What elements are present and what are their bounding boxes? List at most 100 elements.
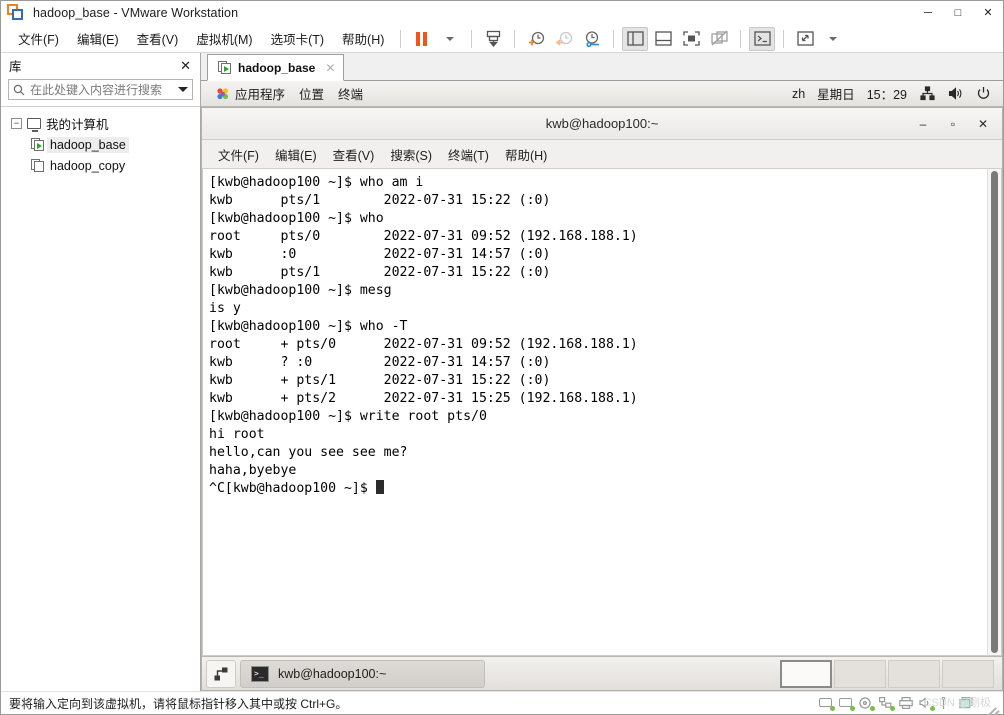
panel-weekday[interactable]: 星期日 (817, 84, 855, 103)
toolbar-separator (471, 29, 473, 48)
hard-disk-icon[interactable] (819, 697, 835, 711)
menu-tabs[interactable]: 选项卡(T) (262, 25, 333, 52)
search-dropdown-icon[interactable] (178, 87, 188, 92)
menu-help[interactable]: 帮助(H) (333, 25, 393, 52)
terminal-menu-view[interactable]: 查看(V) (325, 141, 383, 168)
tree-item-label: 我的计算机 (46, 118, 109, 132)
resize-grip-icon[interactable] (983, 696, 1000, 715)
dropdown-caret-icon[interactable] (437, 27, 463, 51)
application-titlebar: hadoop_base - VMware Workstation ─ □ ✕ (1, 1, 1003, 25)
workspace-3[interactable] (888, 659, 940, 688)
workspace: 库 ✕ 在此处键入内容进行搜索 − 我的计算机 hadoop_base hado… (1, 53, 1003, 691)
hard-disk-icon[interactable] (839, 697, 855, 711)
terminal-menu-search[interactable]: 搜索(S) (382, 141, 440, 168)
terminal-icon: >_ (251, 665, 269, 682)
gnome-terminal-menu[interactable]: 终端 (331, 82, 370, 105)
scrollbar-thumb[interactable] (991, 171, 998, 653)
menu-vm[interactable]: 虚拟机(M) (187, 25, 261, 52)
gnome-desktop: kwb@hadoop100:~ – ▫ ✕ 文件(F) 编辑(E) 查看(V) … (201, 107, 1003, 691)
terminal-menu-help[interactable]: 帮助(H) (497, 141, 555, 168)
terminal-line: root + pts/0 2022-07-31 09:52 (192.168.1… (209, 337, 638, 352)
search-icon (13, 84, 25, 95)
pause-icon[interactable] (409, 27, 435, 51)
search-input[interactable]: 在此处键入内容进行搜索 (8, 79, 193, 100)
gnome-taskbar: >_ kwb@hadoop100:~ (202, 656, 1002, 690)
minimize-button[interactable]: ─ (913, 1, 943, 24)
usb-icon[interactable] (939, 696, 954, 710)
terminal-minimize-button[interactable]: – (910, 111, 936, 137)
menu-file[interactable]: 文件(F) (9, 25, 68, 52)
terminal-line: [kwb@hadoop100 ~]$ mesg (209, 283, 392, 298)
workspace-switcher (780, 659, 998, 688)
show-thumbnail-bar-icon[interactable] (650, 27, 676, 51)
tree-expander-icon[interactable]: − (11, 118, 22, 129)
stretch-caret-icon[interactable] (820, 27, 846, 51)
library-panel: 库 ✕ 在此处键入内容进行搜索 − 我的计算机 hadoop_base hado… (1, 53, 201, 691)
workspace-4[interactable] (942, 659, 994, 688)
terminal-menu-edit[interactable]: 编辑(E) (267, 141, 325, 168)
send-ctrl-alt-del-icon[interactable] (480, 27, 506, 51)
terminal-line: kwb pts/1 2022-07-31 15:22 (:0) (209, 265, 551, 280)
vmware-logo-icon (7, 4, 25, 22)
show-library-icon[interactable] (622, 26, 649, 51)
gnome-applications-menu[interactable]: 应用程序 (209, 82, 292, 105)
volume-icon[interactable] (947, 86, 963, 102)
close-button[interactable]: ✕ (973, 1, 1003, 24)
vm-stopped-icon (31, 159, 45, 172)
vmware-workstation-window: hadoop_base - VMware Workstation ─ □ ✕ 文… (0, 0, 1004, 715)
gnome-places-menu[interactable]: 位置 (292, 82, 331, 105)
snapshot-manager-icon[interactable] (579, 27, 605, 51)
toolbar-separator (514, 29, 516, 48)
vm-tab-hadoop-base[interactable]: hadoop_base ✕ (207, 54, 345, 81)
terminal-menu-terminal[interactable]: 终端(T) (440, 141, 497, 168)
tree-item-my-computer[interactable]: − 我的计算机 (1, 113, 200, 134)
taskbar-window-button[interactable]: >_ kwb@hadoop100:~ (240, 659, 485, 688)
terminal-line: is y (209, 301, 241, 316)
workspace-2[interactable] (834, 659, 886, 688)
library-title: 库 (9, 59, 22, 74)
menu-view[interactable]: 查看(V) (128, 25, 188, 52)
show-desktop-icon[interactable] (206, 659, 236, 688)
network-adapter-icon[interactable] (879, 696, 895, 711)
terminal-window: kwb@hadoop100:~ – ▫ ✕ 文件(F) 编辑(E) 查看(V) … (201, 107, 1003, 691)
workspace-1[interactable] (780, 659, 832, 688)
library-search-wrap: 在此处键入内容进行搜索 (1, 77, 200, 106)
terminal-menu-file[interactable]: 文件(F) (210, 141, 267, 168)
menu-edit[interactable]: 编辑(E) (68, 25, 128, 52)
power-icon[interactable] (975, 86, 991, 102)
terminal-screen[interactable]: [kwb@hadoop100 ~]$ who am i kwb pts/1 202… (202, 169, 1002, 656)
maximize-button[interactable]: □ (943, 1, 973, 24)
cd-dvd-icon[interactable] (859, 696, 875, 711)
tree-item-hadoop-base[interactable]: hadoop_base (1, 134, 200, 155)
window-controls: ─ □ ✕ (913, 1, 1003, 25)
input-method-indicator[interactable]: zh (792, 87, 805, 101)
vm-running-icon (31, 138, 45, 151)
terminal-line: kwb ? :0 2022-07-31 14:57 (:0) (209, 355, 551, 370)
terminal-scrollbar[interactable] (987, 169, 1001, 655)
terminal-cursor (375, 480, 384, 494)
panel-clock[interactable]: 15：29 (867, 84, 907, 103)
toolbar-separator (400, 29, 402, 48)
stretch-icon[interactable] (792, 27, 818, 51)
terminal-line: kwb pts/1 2022-07-31 15:22 (:0) (209, 193, 551, 208)
terminal-maximize-button[interactable]: ▫ (940, 111, 966, 137)
terminal-output: [kwb@hadoop100 ~]$ who am i kwb pts/1 202… (203, 169, 987, 655)
snapshot-revert-icon[interactable] (551, 27, 577, 51)
vm-tab-close-icon[interactable]: ✕ (325, 61, 335, 75)
terminal-close-button[interactable]: ✕ (970, 111, 996, 137)
sound-card-icon[interactable] (919, 696, 935, 711)
display-icon[interactable] (959, 696, 974, 710)
terminal-line: [kwb@hadoop100 ~]$ who am i (209, 175, 424, 190)
console-view-icon[interactable] (749, 26, 776, 51)
tree-item-hadoop-copy[interactable]: hadoop_copy (1, 155, 200, 176)
terminal-line: hi root (209, 427, 265, 442)
printer-icon[interactable] (899, 696, 914, 710)
library-close-icon[interactable]: ✕ (177, 59, 194, 72)
terminal-line: root pts/0 2022-07-31 09:52 (192.168.188… (209, 229, 638, 244)
terminal-line: [kwb@hadoop100 ~]$ who -T (209, 319, 408, 334)
snapshot-take-icon[interactable] (523, 27, 549, 51)
fullscreen-icon[interactable] (678, 27, 704, 51)
status-bar: 要将输入定向到该虚拟机，请将鼠标指针移入其中或按 Ctrl+G。 CSDN @刚… (1, 691, 1003, 715)
unity-mode-icon[interactable] (706, 27, 732, 51)
network-icon[interactable] (919, 86, 935, 102)
